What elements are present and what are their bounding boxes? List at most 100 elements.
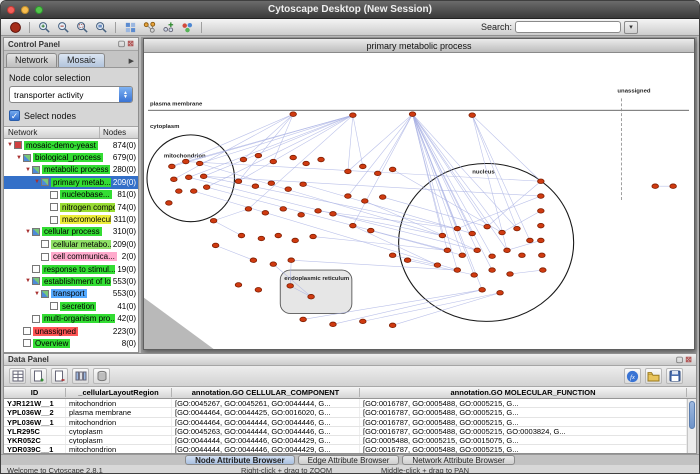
expand-arrow-icon[interactable]: ▼: [6, 142, 14, 148]
graph-node[interactable]: [479, 288, 486, 293]
zoom-selected-icon[interactable]: [73, 20, 91, 35]
float-panel-icon[interactable]: ▢: [676, 356, 684, 364]
graph-node[interactable]: [200, 174, 207, 179]
zoom-fit-icon[interactable]: [92, 20, 110, 35]
search-options-button[interactable]: ▾: [624, 21, 638, 34]
tree-row[interactable]: ▼primary metab...209(0): [4, 176, 138, 188]
graph-node[interactable]: [389, 167, 396, 172]
delete-rows-icon[interactable]: [93, 368, 110, 384]
select-nodes-checkbox[interactable]: ✓: [9, 110, 20, 121]
graph-node[interactable]: [489, 254, 496, 259]
graph-node[interactable]: [268, 181, 275, 186]
tree-row[interactable]: cellular metabo...209(0): [4, 238, 138, 250]
tree-row[interactable]: multi-organism pro...42(0): [4, 312, 138, 324]
table-scrollbar[interactable]: [687, 399, 696, 453]
column-layout-icon[interactable]: [72, 368, 89, 384]
graph-node[interactable]: [497, 290, 504, 295]
graph-node[interactable]: [538, 194, 545, 199]
close-panel-icon[interactable]: ⊠: [127, 40, 134, 48]
graph-node[interactable]: [499, 230, 506, 235]
expand-arrow-icon[interactable]: ▼: [33, 179, 41, 185]
zoom-out-icon[interactable]: [54, 20, 72, 35]
network-canvas[interactable]: plasma membrane cytoplasm mitochondrion …: [144, 53, 694, 349]
tab-network-attribute-browser[interactable]: Network Attribute Browser: [402, 455, 514, 465]
graph-node[interactable]: [330, 322, 337, 327]
function-builder-icon[interactable]: fx: [624, 368, 641, 384]
graph-node[interactable]: [270, 159, 277, 164]
tree-row[interactable]: ▼establishment of lo...553(0): [4, 275, 138, 287]
graph-node[interactable]: [212, 243, 219, 248]
delete-attribute-icon[interactable]: [51, 368, 68, 384]
graph-node[interactable]: [434, 263, 441, 268]
graph-node[interactable]: [538, 179, 545, 184]
expand-network-icon[interactable]: [159, 20, 177, 35]
open-folder-icon[interactable]: [645, 368, 662, 384]
tree-row[interactable]: ▼transport553(0): [4, 288, 138, 300]
graph-node[interactable]: [292, 238, 299, 243]
graph-node[interactable]: [519, 253, 526, 258]
tree-row[interactable]: macromolecule...311(0): [4, 213, 138, 225]
graph-node[interactable]: [176, 189, 183, 194]
overview-icon[interactable]: [121, 20, 139, 35]
graph-node[interactable]: [250, 258, 257, 263]
graph-node[interactable]: [290, 155, 297, 160]
tree-column-network[interactable]: Network: [4, 127, 100, 138]
select-attributes-icon[interactable]: [9, 368, 26, 384]
vizmapper-icon[interactable]: [178, 20, 196, 35]
graph-node[interactable]: [262, 211, 269, 216]
network-window-title[interactable]: primary metabolic process: [144, 39, 694, 53]
close-window-button[interactable]: [7, 6, 15, 14]
tree-row[interactable]: response to stimul...19(0): [4, 263, 138, 275]
tree-row[interactable]: cell communica...2(0): [4, 251, 138, 263]
tree-row[interactable]: ▼cellular process310(0): [4, 226, 138, 238]
graph-node[interactable]: [652, 184, 659, 189]
save-table-icon[interactable]: [666, 368, 683, 384]
graph-node[interactable]: [484, 224, 491, 229]
graph-node[interactable]: [345, 194, 352, 199]
tab-mosaic[interactable]: Mosaic: [58, 53, 105, 67]
expand-arrow-icon[interactable]: ▼: [24, 229, 32, 235]
node-color-dropdown[interactable]: transporter activity ▲▼: [9, 86, 133, 103]
first-neighbors-icon[interactable]: [140, 20, 158, 35]
table-row[interactable]: YKR052Ccytoplasm[GO:0044444, GO:0044446,…: [4, 436, 687, 445]
maximize-window-button[interactable]: [35, 6, 43, 14]
graph-node[interactable]: [169, 164, 176, 169]
column-header[interactable]: _cellularLayoutRegion: [66, 388, 172, 397]
tree-row[interactable]: unassigned223(0): [4, 325, 138, 337]
graph-node[interactable]: [538, 238, 545, 243]
column-header[interactable]: ID: [4, 388, 66, 397]
title-bar[interactable]: Cytoscape Desktop (New Session): [1, 1, 699, 19]
graph-node[interactable]: [235, 179, 242, 184]
graph-node[interactable]: [439, 233, 446, 238]
tab-edge-attribute-browser[interactable]: Edge Attribute Browser: [298, 455, 400, 465]
tree-row[interactable]: ▼metabolic process280(0): [4, 164, 138, 176]
graph-node[interactable]: [469, 113, 476, 118]
create-attribute-icon[interactable]: [30, 368, 47, 384]
graph-node[interactable]: [185, 175, 192, 180]
graph-node[interactable]: [252, 184, 259, 189]
graph-node[interactable]: [367, 228, 374, 233]
close-panel-icon[interactable]: ⊠: [685, 356, 692, 364]
graph-node[interactable]: [389, 323, 396, 328]
graph-node[interactable]: [471, 273, 478, 278]
graph-node[interactable]: [196, 161, 203, 166]
tab-scroll-right-icon[interactable]: ▶: [129, 57, 136, 67]
graph-node[interactable]: [235, 283, 242, 288]
graph-node[interactable]: [270, 262, 277, 267]
graph-node[interactable]: [379, 195, 386, 200]
table-row[interactable]: YJR121W__1mitochondrion[GO:0045267, GO:0…: [4, 399, 687, 408]
expand-arrow-icon[interactable]: ▼: [24, 278, 32, 284]
graph-node[interactable]: [166, 201, 173, 206]
column-header[interactable]: annotation.GO MOLECULAR_FUNCTION: [360, 388, 687, 397]
graph-node[interactable]: [362, 199, 369, 204]
graph-node[interactable]: [255, 288, 262, 293]
graph-node[interactable]: [310, 234, 317, 239]
graph-node[interactable]: [308, 294, 315, 299]
graph-node[interactable]: [318, 157, 325, 162]
graph-node[interactable]: [444, 248, 451, 253]
tree-row[interactable]: nitrogen compo...74(0): [4, 201, 138, 213]
float-panel-icon[interactable]: ▢: [118, 40, 126, 48]
graph-node[interactable]: [210, 218, 217, 223]
graph-node[interactable]: [303, 161, 310, 166]
graph-node[interactable]: [350, 113, 357, 118]
